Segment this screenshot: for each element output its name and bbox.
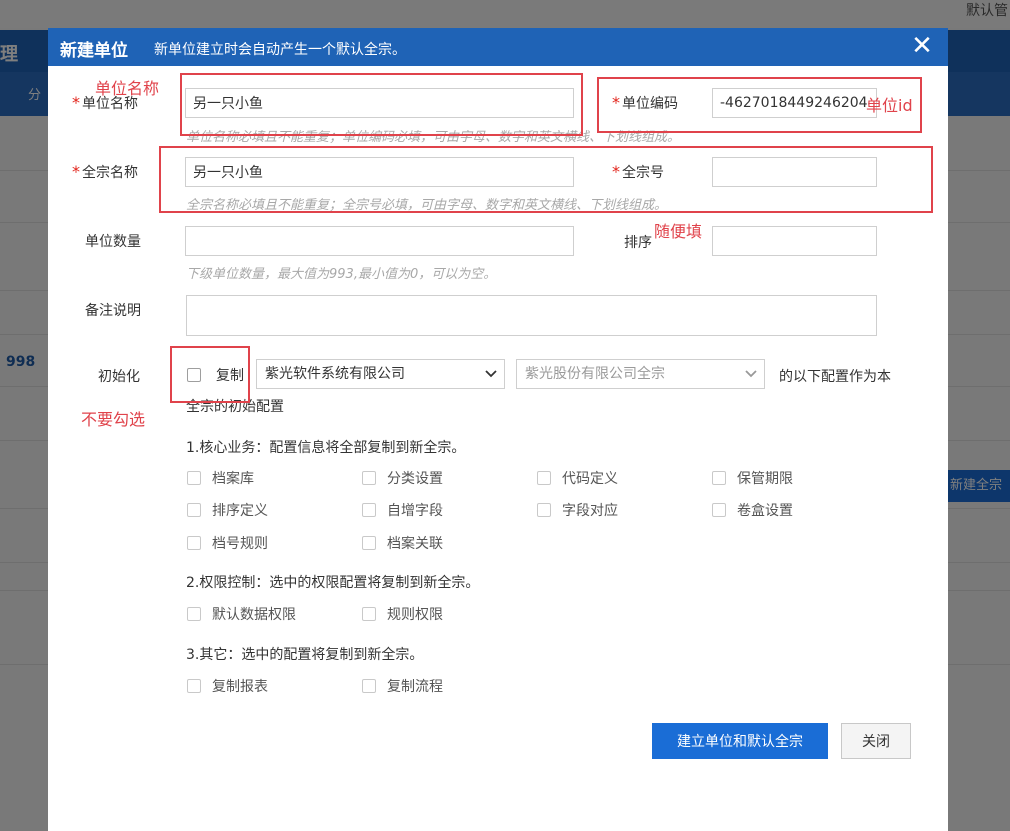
remark-textarea[interactable]: [186, 295, 877, 336]
annotation-box-unit-name: [180, 73, 583, 136]
label-category: 分类设置: [387, 471, 443, 487]
checkbox-sort-def[interactable]: [187, 503, 201, 517]
company-select[interactable]: 紫光软件系统有限公司: [256, 359, 505, 389]
label-archive-link: 档案关联: [387, 536, 443, 552]
init-suffix-line1: 的以下配置作为本: [779, 369, 891, 385]
checkbox-rule-permission[interactable]: [362, 607, 376, 621]
company-select-value: 紫光软件系统有限公司: [265, 366, 405, 382]
label-default-data-permission: 默认数据权限: [212, 607, 296, 623]
label-file-no-rule: 档号规则: [212, 536, 268, 552]
label-box-setting: 卷盒设置: [737, 503, 793, 519]
label-auto-field: 自增字段: [387, 503, 443, 519]
checkbox-field-map[interactable]: [537, 503, 551, 517]
init-label: 初始化: [98, 369, 140, 385]
checkbox-box-setting[interactable]: [712, 503, 726, 517]
dialog-header: 新建单位 新单位建立时会自动产生一个默认全宗。 ✕: [48, 28, 948, 66]
label-rule-permission: 规则权限: [387, 607, 443, 623]
section-core-title: 1.核心业务：配置信息将全部复制到新全宗。: [186, 440, 466, 456]
checkbox-file-no-rule[interactable]: [187, 536, 201, 550]
section-other-title: 3.其它：选中的配置将复制到新全宗。: [186, 647, 424, 663]
unit-count-label: 单位数量: [85, 234, 141, 250]
chevron-down-icon: [485, 370, 497, 378]
annotation-no-check: 不要勾选: [81, 410, 146, 429]
create-unit-button[interactable]: 建立单位和默认全宗: [652, 723, 828, 759]
label-retention: 保管期限: [737, 471, 793, 487]
checkbox-category[interactable]: [362, 471, 376, 485]
checkbox-copy-flow[interactable]: [362, 679, 376, 693]
label-field-map: 字段对应: [562, 503, 618, 519]
dialog-title: 新建单位: [60, 41, 128, 61]
checkbox-archive-lib[interactable]: [187, 471, 201, 485]
sort-input[interactable]: [712, 226, 877, 256]
annotation-box-fonds: [159, 146, 933, 213]
label-sort-def: 排序定义: [212, 503, 268, 519]
remark-label: 备注说明: [85, 303, 141, 319]
label-code-def: 代码定义: [562, 471, 618, 487]
fonds-name-label: * 全宗名称: [72, 162, 138, 181]
checkbox-archive-link[interactable]: [362, 536, 376, 550]
annotation-unit-name: 单位名称: [95, 79, 160, 98]
annotation-box-copy-checkbox: [170, 346, 250, 403]
fonds-select[interactable]: 紫光股份有限公司全宗: [516, 359, 765, 389]
label-copy-report: 复制报表: [212, 679, 268, 695]
checkbox-auto-field[interactable]: [362, 503, 376, 517]
checkbox-retention[interactable]: [712, 471, 726, 485]
fonds-select-value: 紫光股份有限公司全宗: [525, 366, 665, 382]
dialog-subtitle: 新单位建立时会自动产生一个默认全宗。: [154, 42, 406, 58]
unit-count-hint: 下级单位数量，最大值为993,最小值为0，可以为空。: [186, 267, 497, 282]
section-permission-title: 2.权限控制：选中的权限配置将复制到新全宗。: [186, 575, 480, 591]
close-icon[interactable]: ✕: [910, 31, 934, 61]
annotation-random: 随便填: [654, 222, 703, 241]
checkbox-copy-report[interactable]: [187, 679, 201, 693]
sort-label: 排序: [624, 235, 652, 251]
annotation-unit-id: 单位id: [866, 96, 913, 115]
close-button[interactable]: 关闭: [841, 723, 911, 759]
label-copy-flow: 复制流程: [387, 679, 443, 695]
checkbox-code-def[interactable]: [537, 471, 551, 485]
chevron-down-icon: [745, 370, 757, 378]
label-archive-lib: 档案库: [212, 471, 254, 487]
unit-count-input[interactable]: [185, 226, 574, 256]
checkbox-default-data-permission[interactable]: [187, 607, 201, 621]
